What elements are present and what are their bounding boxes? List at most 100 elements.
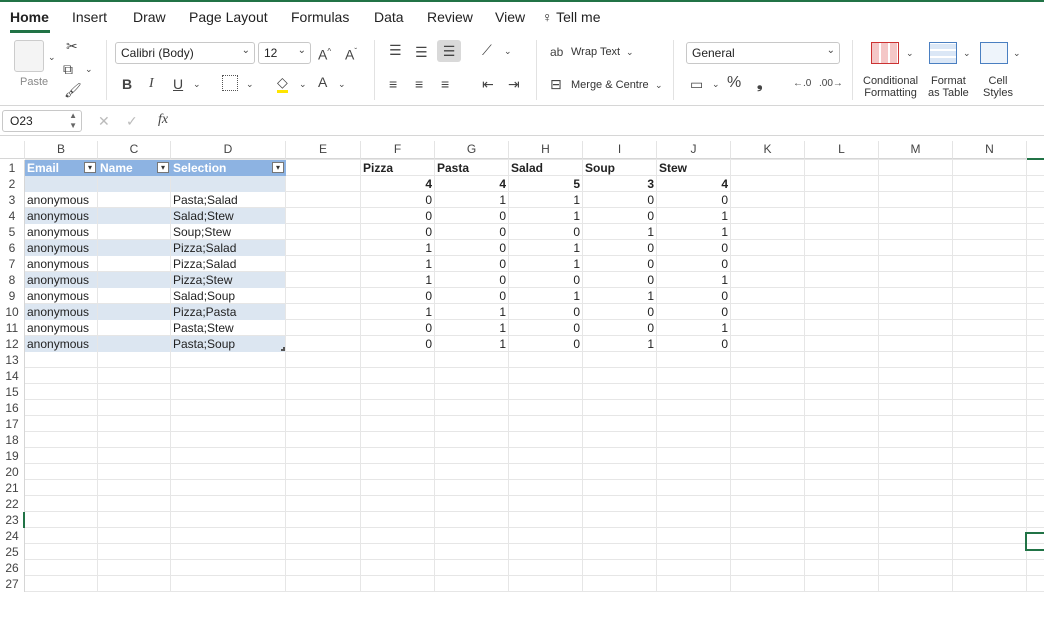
row-header-25[interactable]: 25 <box>0 544 25 560</box>
column-header-f[interactable]: F <box>361 141 435 159</box>
conditional-formatting-dropdown-icon[interactable]: ⌄ <box>906 48 914 59</box>
conditional-formatting-icon[interactable] <box>871 42 899 64</box>
row-header-3[interactable]: 3 <box>0 192 25 208</box>
align-center-icon[interactable]: ≡ <box>415 76 423 92</box>
column-header-e[interactable]: E <box>286 141 361 159</box>
fill-color-icon[interactable]: ◇ <box>277 74 288 93</box>
underline-dropdown-icon[interactable]: ⌄ <box>193 79 201 90</box>
matrix-cell[interactable]: 0 <box>435 288 508 304</box>
column-header-b[interactable]: B <box>25 141 98 159</box>
enter-icon[interactable]: ✓ <box>126 113 138 129</box>
matrix-header-soup[interactable]: Soup <box>583 160 656 176</box>
row-header-10[interactable]: 10 <box>0 304 25 320</box>
table-cell-name[interactable] <box>98 256 170 272</box>
table-cell-email[interactable]: anonymous <box>25 288 97 304</box>
cancel-icon[interactable]: ✕ <box>98 113 110 129</box>
matrix-cell[interactable]: 1 <box>435 336 508 352</box>
tab-draw[interactable]: Draw <box>133 9 166 25</box>
align-left-icon[interactable]: ≡ <box>389 76 397 92</box>
matrix-cell[interactable]: 0 <box>361 288 434 304</box>
tab-formulas[interactable]: Formulas <box>291 9 349 25</box>
matrix-cell[interactable]: 1 <box>657 208 730 224</box>
format-painter-icon[interactable]: 🖌 <box>64 82 82 98</box>
table-cell-selection[interactable]: Pasta;Salad <box>171 192 285 208</box>
matrix-cell[interactable]: 0 <box>509 304 582 320</box>
column-header-k[interactable]: K <box>731 141 805 159</box>
decrease-indent-icon[interactable]: ⇤ <box>482 76 494 92</box>
tell-me[interactable]: ♀ Tell me <box>542 9 601 25</box>
matrix-total-pasta[interactable]: 4 <box>435 176 508 192</box>
matrix-cell[interactable]: 0 <box>361 336 434 352</box>
align-top-icon[interactable]: ☰ <box>389 42 402 58</box>
cell-styles-button[interactable]: Cell Styles <box>983 75 1013 99</box>
tab-home[interactable]: Home <box>10 9 49 25</box>
row-header-14[interactable]: 14 <box>0 368 25 384</box>
align-right-icon[interactable]: ≡ <box>441 76 449 92</box>
tab-page-layout[interactable]: Page Layout <box>189 9 268 25</box>
decrease-font-size-icon[interactable]: Aˇ <box>345 44 357 63</box>
row-header-4[interactable]: 4 <box>0 208 25 224</box>
active-cell-o23[interactable] <box>1025 532 1044 551</box>
matrix-cell[interactable]: 1 <box>435 320 508 336</box>
bold-button[interactable]: B <box>122 76 132 92</box>
matrix-total-salad[interactable]: 5 <box>509 176 582 192</box>
row-header-22[interactable]: 22 <box>0 496 25 512</box>
column-header-j[interactable]: J <box>657 141 731 159</box>
column-header-n[interactable]: N <box>953 141 1027 159</box>
matrix-cell[interactable]: 0 <box>509 336 582 352</box>
paste-icon[interactable] <box>14 40 44 72</box>
row-header-1[interactable]: 1 <box>0 160 25 176</box>
orientation-dropdown-icon[interactable]: ⌄ <box>504 46 512 57</box>
font-color-dropdown-icon[interactable]: ⌄ <box>338 79 346 90</box>
matrix-cell[interactable]: 0 <box>509 272 582 288</box>
matrix-cell[interactable]: 1 <box>361 304 434 320</box>
copy-dropdown-icon[interactable]: ⌄ <box>85 64 93 75</box>
table-cell-email[interactable]: anonymous <box>25 320 97 336</box>
matrix-total-pizza[interactable]: 4 <box>361 176 434 192</box>
matrix-header-salad[interactable]: Salad <box>509 160 582 176</box>
column-header-l[interactable]: L <box>805 141 879 159</box>
row-header-7[interactable]: 7 <box>0 256 25 272</box>
table-cell-email[interactable]: anonymous <box>25 272 97 288</box>
table-cell-name[interactable] <box>98 192 170 208</box>
matrix-cell[interactable]: 1 <box>361 240 434 256</box>
table-cell-name[interactable] <box>98 320 170 336</box>
copy-icon[interactable]: ⧉ <box>63 61 73 77</box>
column-header-i[interactable]: I <box>583 141 657 159</box>
column-header-h[interactable]: H <box>509 141 583 159</box>
row-header-15[interactable]: 15 <box>0 384 25 400</box>
wrap-text-button[interactable]: Wrap Text <box>571 46 620 58</box>
borders-icon[interactable] <box>222 75 238 91</box>
matrix-cell[interactable]: 0 <box>583 208 656 224</box>
row-header-26[interactable]: 26 <box>0 560 25 576</box>
cut-icon[interactable]: ✂ <box>66 38 78 54</box>
table-cell-selection[interactable] <box>171 176 285 192</box>
cell-styles-dropdown-icon[interactable]: ⌄ <box>1013 48 1021 59</box>
matrix-header-stew[interactable]: Stew <box>657 160 730 176</box>
matrix-cell[interactable]: 1 <box>657 224 730 240</box>
paste-dropdown-icon[interactable]: ⌄ <box>48 52 56 63</box>
row-header-16[interactable]: 16 <box>0 400 25 416</box>
matrix-cell[interactable]: 0 <box>657 192 730 208</box>
matrix-total-stew[interactable]: 4 <box>657 176 730 192</box>
matrix-cell[interactable]: 0 <box>509 224 582 240</box>
table-cell-selection[interactable]: Pasta;Soup <box>171 336 285 352</box>
table-cell-email[interactable]: anonymous <box>25 192 97 208</box>
matrix-cell[interactable]: 0 <box>657 304 730 320</box>
table-cell-selection[interactable]: Pasta;Stew <box>171 320 285 336</box>
row-header-6[interactable]: 6 <box>0 240 25 256</box>
matrix-cell[interactable]: 0 <box>583 320 656 336</box>
matrix-cell[interactable]: 1 <box>583 288 656 304</box>
formula-input[interactable] <box>187 110 1042 132</box>
number-format-select[interactable]: General ⌄ <box>686 42 840 64</box>
matrix-cell[interactable]: 0 <box>435 208 508 224</box>
table-cell-name[interactable] <box>98 240 170 256</box>
row-header-8[interactable]: 8 <box>0 272 25 288</box>
name-box[interactable]: O23 ▲ ▼ <box>2 110 82 132</box>
matrix-cell[interactable]: 0 <box>509 320 582 336</box>
matrix-cell[interactable]: 0 <box>435 256 508 272</box>
table-cell-email[interactable]: anonymous <box>25 208 97 224</box>
align-middle-icon[interactable]: ☰ <box>415 44 428 60</box>
table-header-email[interactable]: Email ▾ <box>25 160 98 176</box>
table-header-name[interactable]: Name ▾ <box>98 160 171 176</box>
